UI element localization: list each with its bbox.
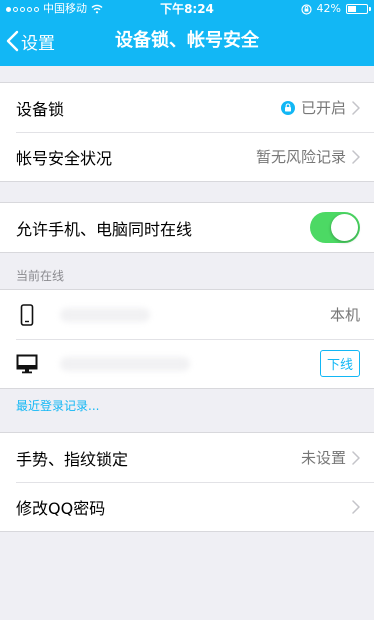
phone-icon [16, 303, 38, 326]
this-device-tag: 本机 [329, 306, 360, 324]
nav-bar: 设置 设备锁、帐号安全 [0, 18, 374, 64]
device-row-phone: 本机 [0, 290, 374, 339]
gesture-lock-label: 手势、指纹锁定 [16, 449, 129, 469]
recent-login-link[interactable]: 最近登录记录... [16, 391, 99, 421]
device-lock-status: 已开启 [300, 99, 346, 117]
device-lock-row[interactable]: 设备锁 已开启 [0, 83, 374, 132]
chevron-right-icon [352, 100, 360, 115]
current-online-group: 本机 下线 [0, 289, 374, 389]
online-toggle-group: 允许手机、电脑同时在线 [0, 202, 374, 253]
page-title: 设备锁、帐号安全 [115, 30, 259, 51]
battery-percent: 42% [316, 2, 341, 15]
allow-online-row: 允许手机、电脑同时在线 [0, 203, 374, 252]
device-name-redacted [60, 308, 150, 322]
status-bar: 中国移动 下午8:24 42% [0, 0, 374, 18]
status-right: 42% [300, 0, 371, 18]
allow-online-label: 允许手机、电脑同时在线 [16, 219, 193, 239]
account-status-label: 帐号安全状况 [16, 148, 113, 168]
offline-button[interactable]: 下线 [319, 350, 360, 377]
app-header: 中国移动 下午8:24 42% 设置 设备锁、帐号安全 [0, 0, 374, 66]
chevron-right-icon [352, 149, 360, 164]
chevron-right-icon [352, 499, 360, 514]
change-password-row[interactable]: 修改QQ密码 [0, 482, 374, 531]
device-row-computer: 下线 [0, 339, 374, 388]
allow-online-toggle[interactable] [310, 212, 360, 243]
current-online-header: 当前在线 [16, 269, 65, 283]
battery-icon [346, 4, 371, 14]
device-lock-label: 设备锁 [16, 99, 65, 119]
gesture-lock-value: 未设置 [300, 449, 346, 467]
orientation-lock-icon [300, 3, 312, 15]
lock-settings-group: 手势、指纹锁定 未设置 修改QQ密码 [0, 432, 374, 532]
toggle-knob [331, 214, 358, 241]
security-group: 设备锁 已开启 帐号安全状况 暂无风险记录 [0, 82, 374, 182]
device-name-redacted [60, 357, 190, 371]
account-status-value: 暂无风险记录 [255, 148, 346, 166]
battery-fill [348, 6, 356, 12]
gesture-lock-row[interactable]: 手势、指纹锁定 未设置 [0, 433, 374, 482]
account-status-row[interactable]: 帐号安全状况 暂无风险记录 [0, 132, 374, 181]
chevron-right-icon [352, 450, 360, 465]
monitor-icon [16, 353, 38, 375]
change-password-label: 修改QQ密码 [16, 498, 106, 518]
lock-icon [280, 100, 295, 115]
